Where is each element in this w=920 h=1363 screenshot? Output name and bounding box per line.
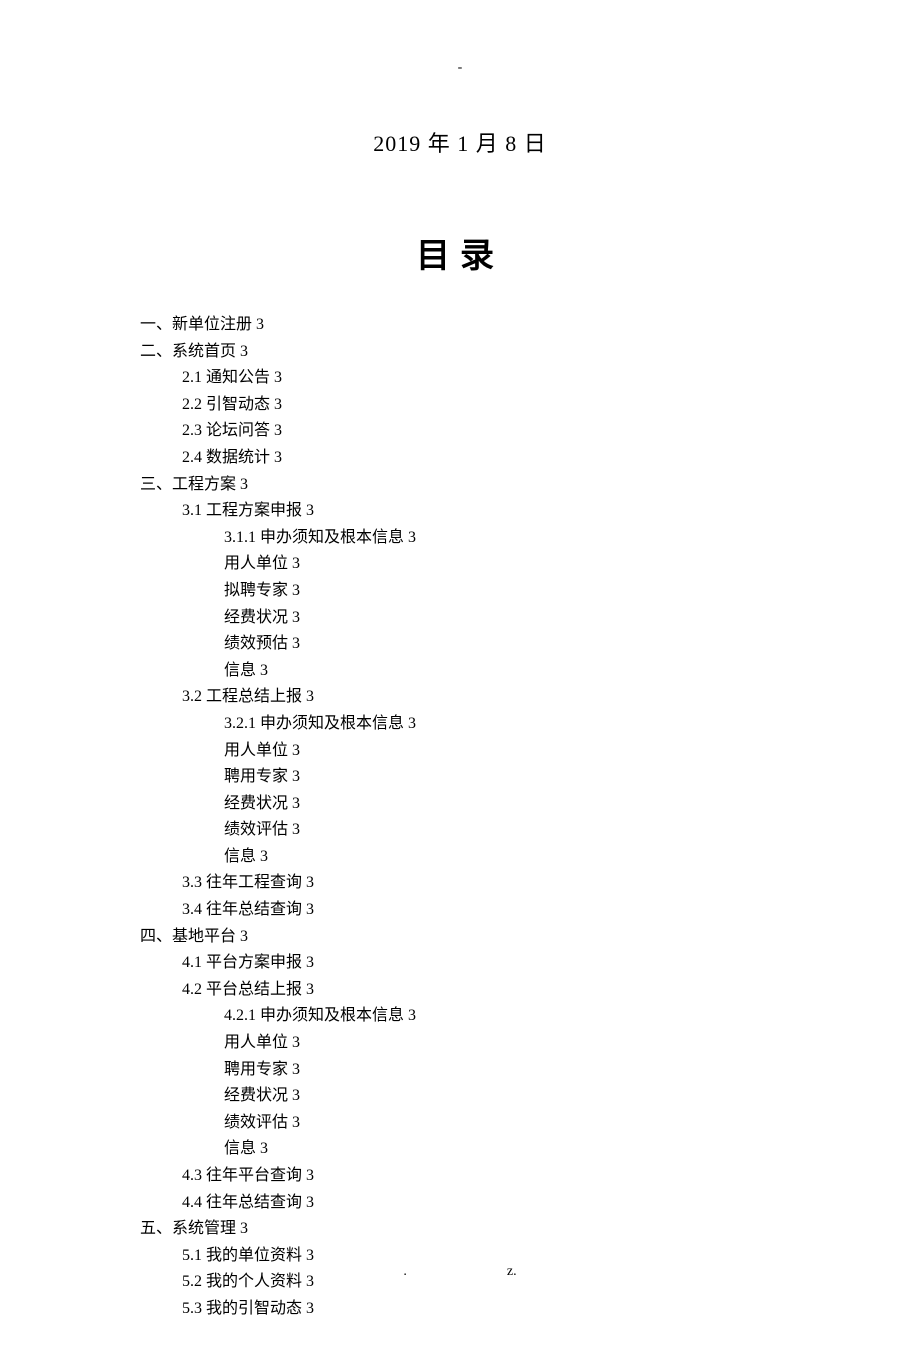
toc-entry: 2.2 引智动态 3 xyxy=(182,392,780,418)
toc-entry: 聘用专家 3 xyxy=(224,764,780,790)
footer-dot: . xyxy=(403,1264,407,1279)
toc-entry: 用人单位 3 xyxy=(224,738,780,764)
toc-entry: 3.4 往年总结查询 3 xyxy=(182,897,780,923)
toc-entry: 信息 3 xyxy=(224,844,780,870)
toc-entry: 4.3 往年平台查询 3 xyxy=(182,1163,780,1189)
toc-entry: 4.2.1 申办须知及根本信息 3 xyxy=(224,1003,780,1029)
toc-entry: 3.2 工程总结上报 3 xyxy=(182,684,780,710)
toc-entry: 2.1 通知公告 3 xyxy=(182,365,780,391)
toc-container: 一、新单位注册 3二、系统首页 32.1 通知公告 32.2 引智动态 32.3… xyxy=(140,312,780,1322)
toc-entry: 4.2 平台总结上报 3 xyxy=(182,977,780,1003)
toc-entry: 绩效评估 3 xyxy=(224,1110,780,1136)
toc-entry: 3.1 工程方案申报 3 xyxy=(182,498,780,524)
toc-entry: 3.1.1 申办须知及根本信息 3 xyxy=(224,525,780,551)
toc-entry: 聘用专家 3 xyxy=(224,1057,780,1083)
toc-entry: 用人单位 3 xyxy=(224,1030,780,1056)
header-mark: - xyxy=(140,60,780,76)
toc-entry: 5.3 我的引智动态 3 xyxy=(182,1296,780,1322)
toc-entry: 经费状况 3 xyxy=(224,791,780,817)
toc-entry: 2.3 论坛问答 3 xyxy=(182,418,780,444)
toc-entry: 四、基地平台 3 xyxy=(140,924,780,950)
toc-entry: 五、系统管理 3 xyxy=(140,1216,780,1242)
toc-entry: 用人单位 3 xyxy=(224,551,780,577)
toc-entry: 二、系统首页 3 xyxy=(140,339,780,365)
toc-entry: 3.3 往年工程查询 3 xyxy=(182,870,780,896)
toc-entry: 一、新单位注册 3 xyxy=(140,312,780,338)
toc-entry: 绩效预估 3 xyxy=(224,631,780,657)
page-footer: . z. xyxy=(0,1264,920,1280)
toc-entry: 拟聘专家 3 xyxy=(224,578,780,604)
footer-z: z. xyxy=(507,1264,517,1279)
toc-entry: 经费状况 3 xyxy=(224,605,780,631)
toc-title: 目录 xyxy=(140,228,780,277)
document-page: - 2019 年 1 月 8 日 目录 一、新单位注册 3二、系统首页 32.1… xyxy=(0,0,920,1363)
toc-entry: 信息 3 xyxy=(224,658,780,684)
toc-entry: 4.1 平台方案申报 3 xyxy=(182,950,780,976)
toc-entry: 经费状况 3 xyxy=(224,1083,780,1109)
toc-entry: 4.4 往年总结查询 3 xyxy=(182,1190,780,1216)
toc-entry: 绩效评估 3 xyxy=(224,817,780,843)
toc-entry: 三、工程方案 3 xyxy=(140,472,780,498)
toc-entry: 2.4 数据统计 3 xyxy=(182,445,780,471)
date-line: 2019 年 1 月 8 日 xyxy=(140,126,780,158)
toc-entry: 3.2.1 申办须知及根本信息 3 xyxy=(224,711,780,737)
toc-entry: 信息 3 xyxy=(224,1136,780,1162)
